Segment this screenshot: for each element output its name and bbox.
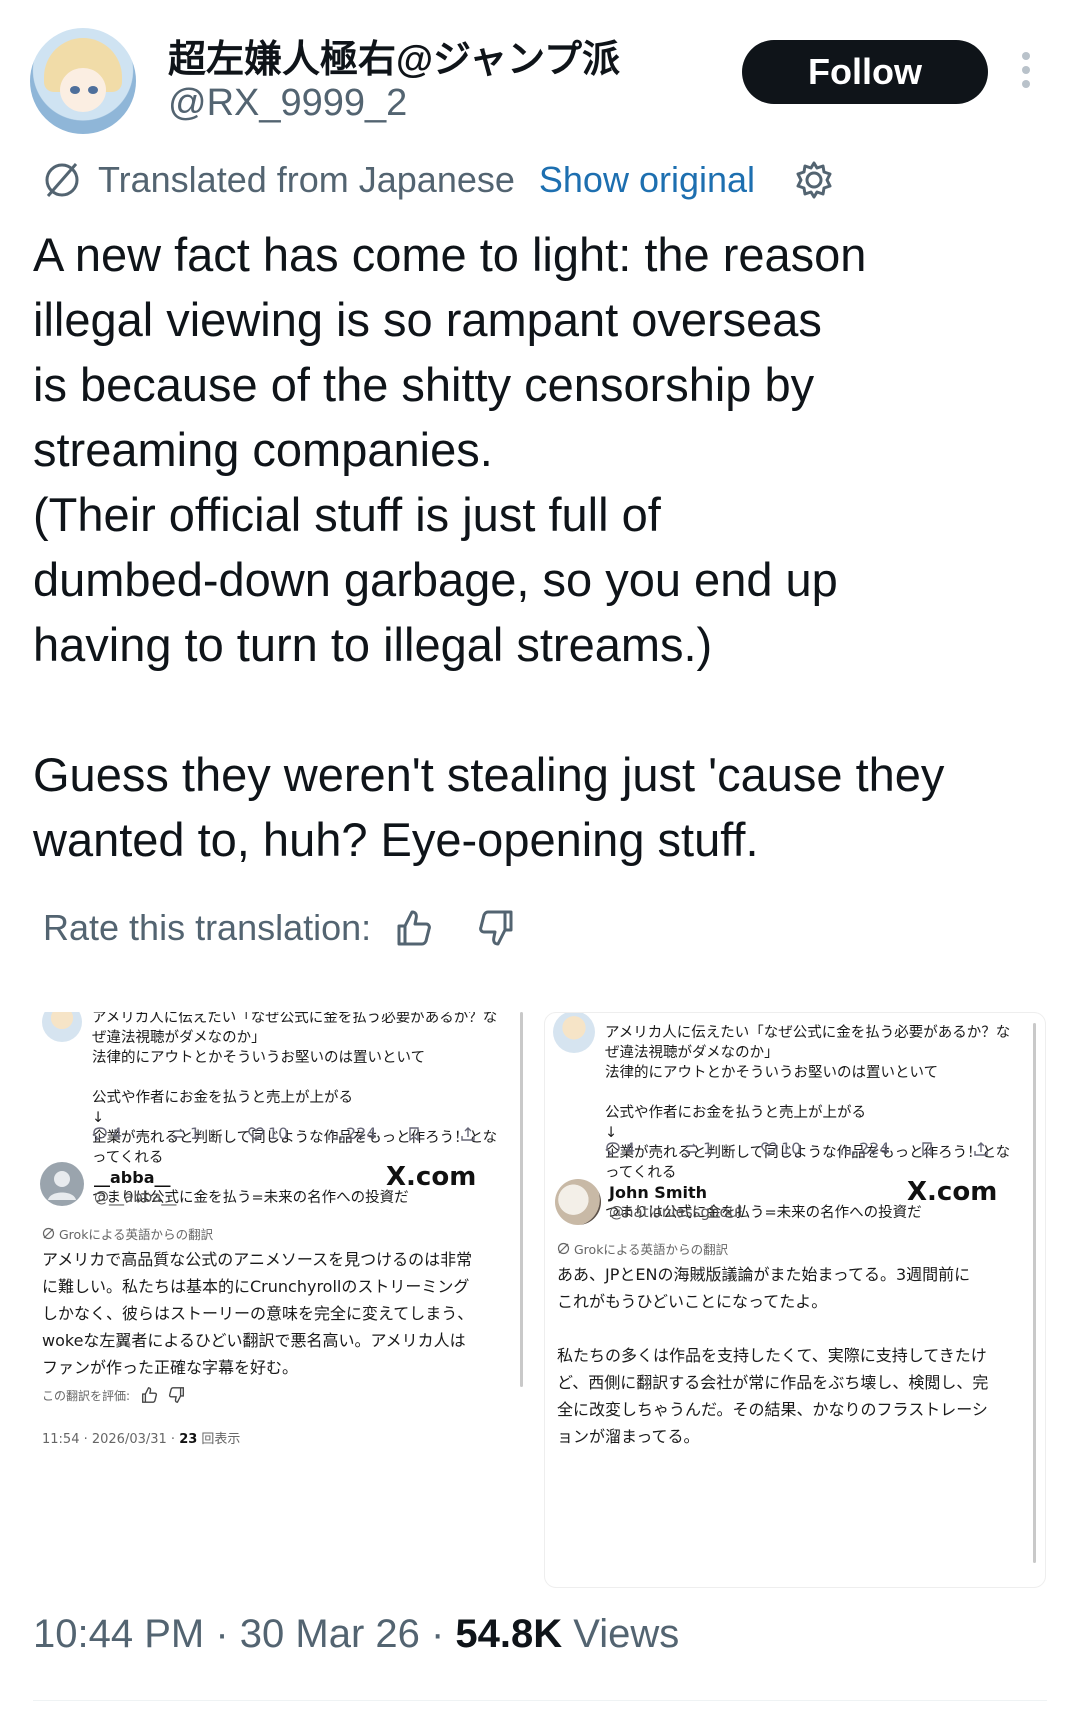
views-count[interactable]: 54.8K: [455, 1612, 562, 1656]
tweet-text: A new fact has come to light: the reason…: [33, 228, 945, 866]
translated-label: Translated from Japanese: [98, 159, 515, 200]
share-stat[interactable]: [460, 1124, 490, 1143]
show-original-link[interactable]: Show original: [539, 159, 755, 201]
repost-icon: [172, 1128, 184, 1139]
like-icon: [248, 1126, 264, 1141]
bookmark-icon: [922, 1141, 932, 1156]
quoted-screenshot-left[interactable]: アメリカ人に伝えたい「なぜ公式に金を払う必要があるか？な ぜ違法視聴がダメなのか…: [36, 1012, 528, 1586]
scrollbar[interactable]: [1033, 1023, 1036, 1563]
author-avatar[interactable]: [30, 28, 136, 134]
tweet-header: 超左嫌人極右@ジャンプ派 @RX_9999_2 Follow: [0, 0, 1080, 150]
reply-author-handle[interactable]: @__abba__: [94, 1188, 176, 1206]
author-handle[interactable]: @RX_9999_2: [168, 82, 407, 125]
xcom-label: X.com: [386, 1162, 477, 1192]
reply-icon: [606, 1141, 620, 1156]
bookmark-stat[interactable]: [919, 1139, 973, 1158]
views-stat[interactable]: 224: [839, 1139, 919, 1158]
divider: [33, 1700, 1047, 1701]
scrollbar[interactable]: [520, 1012, 523, 1387]
thumbs-up-icon[interactable]: [393, 908, 433, 948]
thumbs-down-icon[interactable]: [168, 1386, 186, 1404]
bookmark-stat[interactable]: [406, 1124, 460, 1143]
thumbs-down-icon[interactable]: [477, 908, 517, 948]
grok-translation-label: Grokによる英語からの翻訳: [42, 1224, 213, 1243]
rate-translation: Rate this translation:: [43, 900, 517, 956]
quoted-screenshot-right[interactable]: アメリカ人に伝えたい「なぜ公式に金を払う必要があるか？な ぜ違法視聴がダメなのか…: [544, 1012, 1046, 1588]
views-stat[interactable]: 224: [326, 1124, 406, 1143]
follow-button[interactable]: Follow: [742, 40, 988, 104]
more-icon[interactable]: [1020, 52, 1032, 92]
mini-rate-translation: この翻訳を評価:: [42, 1386, 186, 1404]
like-stat[interactable]: 10: [248, 1124, 326, 1143]
share-stat[interactable]: [973, 1139, 1003, 1158]
globe-translate-icon: [42, 1227, 55, 1240]
rate-label: Rate this translation:: [43, 907, 372, 948]
tweet-meta: 10:44 PM · 30 Mar 26 · 54.8K Views: [33, 1612, 680, 1656]
like-icon: [761, 1141, 777, 1156]
repost-icon: [685, 1143, 697, 1154]
thumbs-up-icon[interactable]: [140, 1386, 158, 1404]
tweet-stats: 4 1 10 224: [605, 1139, 1025, 1158]
tweet-time[interactable]: 10:44 PM: [33, 1612, 204, 1656]
share-icon: [974, 1141, 988, 1156]
reply-text: ああ、JPとENの海賊版議論がまた始まってる。3週間前に これがもうひどいことに…: [557, 1265, 989, 1446]
tweet-date[interactable]: 30 Mar 26: [240, 1612, 420, 1656]
views-icon: [328, 1129, 342, 1140]
bookmark-icon: [409, 1126, 419, 1141]
reply-author-name[interactable]: John Smith: [609, 1183, 707, 1202]
grok-translation-label: Grokによる英語からの翻訳: [557, 1239, 728, 1258]
reply-author-name[interactable]: __abba__: [94, 1168, 171, 1187]
views-label: Views: [562, 1612, 680, 1656]
reply-avatar[interactable]: [40, 1162, 84, 1206]
reply-avatar[interactable]: [555, 1179, 601, 1225]
like-stat[interactable]: 10: [761, 1139, 839, 1158]
repost-stat[interactable]: 1: [683, 1139, 761, 1158]
tweet-stats: 4 1 10 224: [92, 1124, 512, 1143]
xcom-label: X.com: [907, 1177, 998, 1207]
mini-meta: 11:54 · 2026/03/31 · 23 回表示: [42, 1432, 241, 1447]
reply-author-handle[interactable]: @nationlessghoul: [609, 1203, 742, 1221]
reply-text: アメリカで高品質な公式のアニメソースを見つけるのは非常 に難しい。私たちは基本的…: [42, 1250, 474, 1377]
reply-icon: [93, 1126, 107, 1141]
globe-translate-icon: [45, 163, 79, 197]
globe-translate-icon: [557, 1242, 570, 1255]
share-icon: [461, 1126, 475, 1141]
reply-stat[interactable]: 4: [92, 1124, 170, 1143]
jp-author-avatar: [553, 1013, 595, 1053]
gear-icon[interactable]: [793, 159, 835, 201]
jp-author-avatar: [42, 1012, 82, 1042]
reply-stat[interactable]: 4: [605, 1139, 683, 1158]
repost-stat[interactable]: 1: [170, 1124, 248, 1143]
views-icon: [841, 1144, 855, 1155]
translation-bar: Translated from Japanese Show original: [40, 152, 835, 208]
author-display-name[interactable]: 超左嫌人極右@ジャンプ派: [168, 28, 620, 83]
